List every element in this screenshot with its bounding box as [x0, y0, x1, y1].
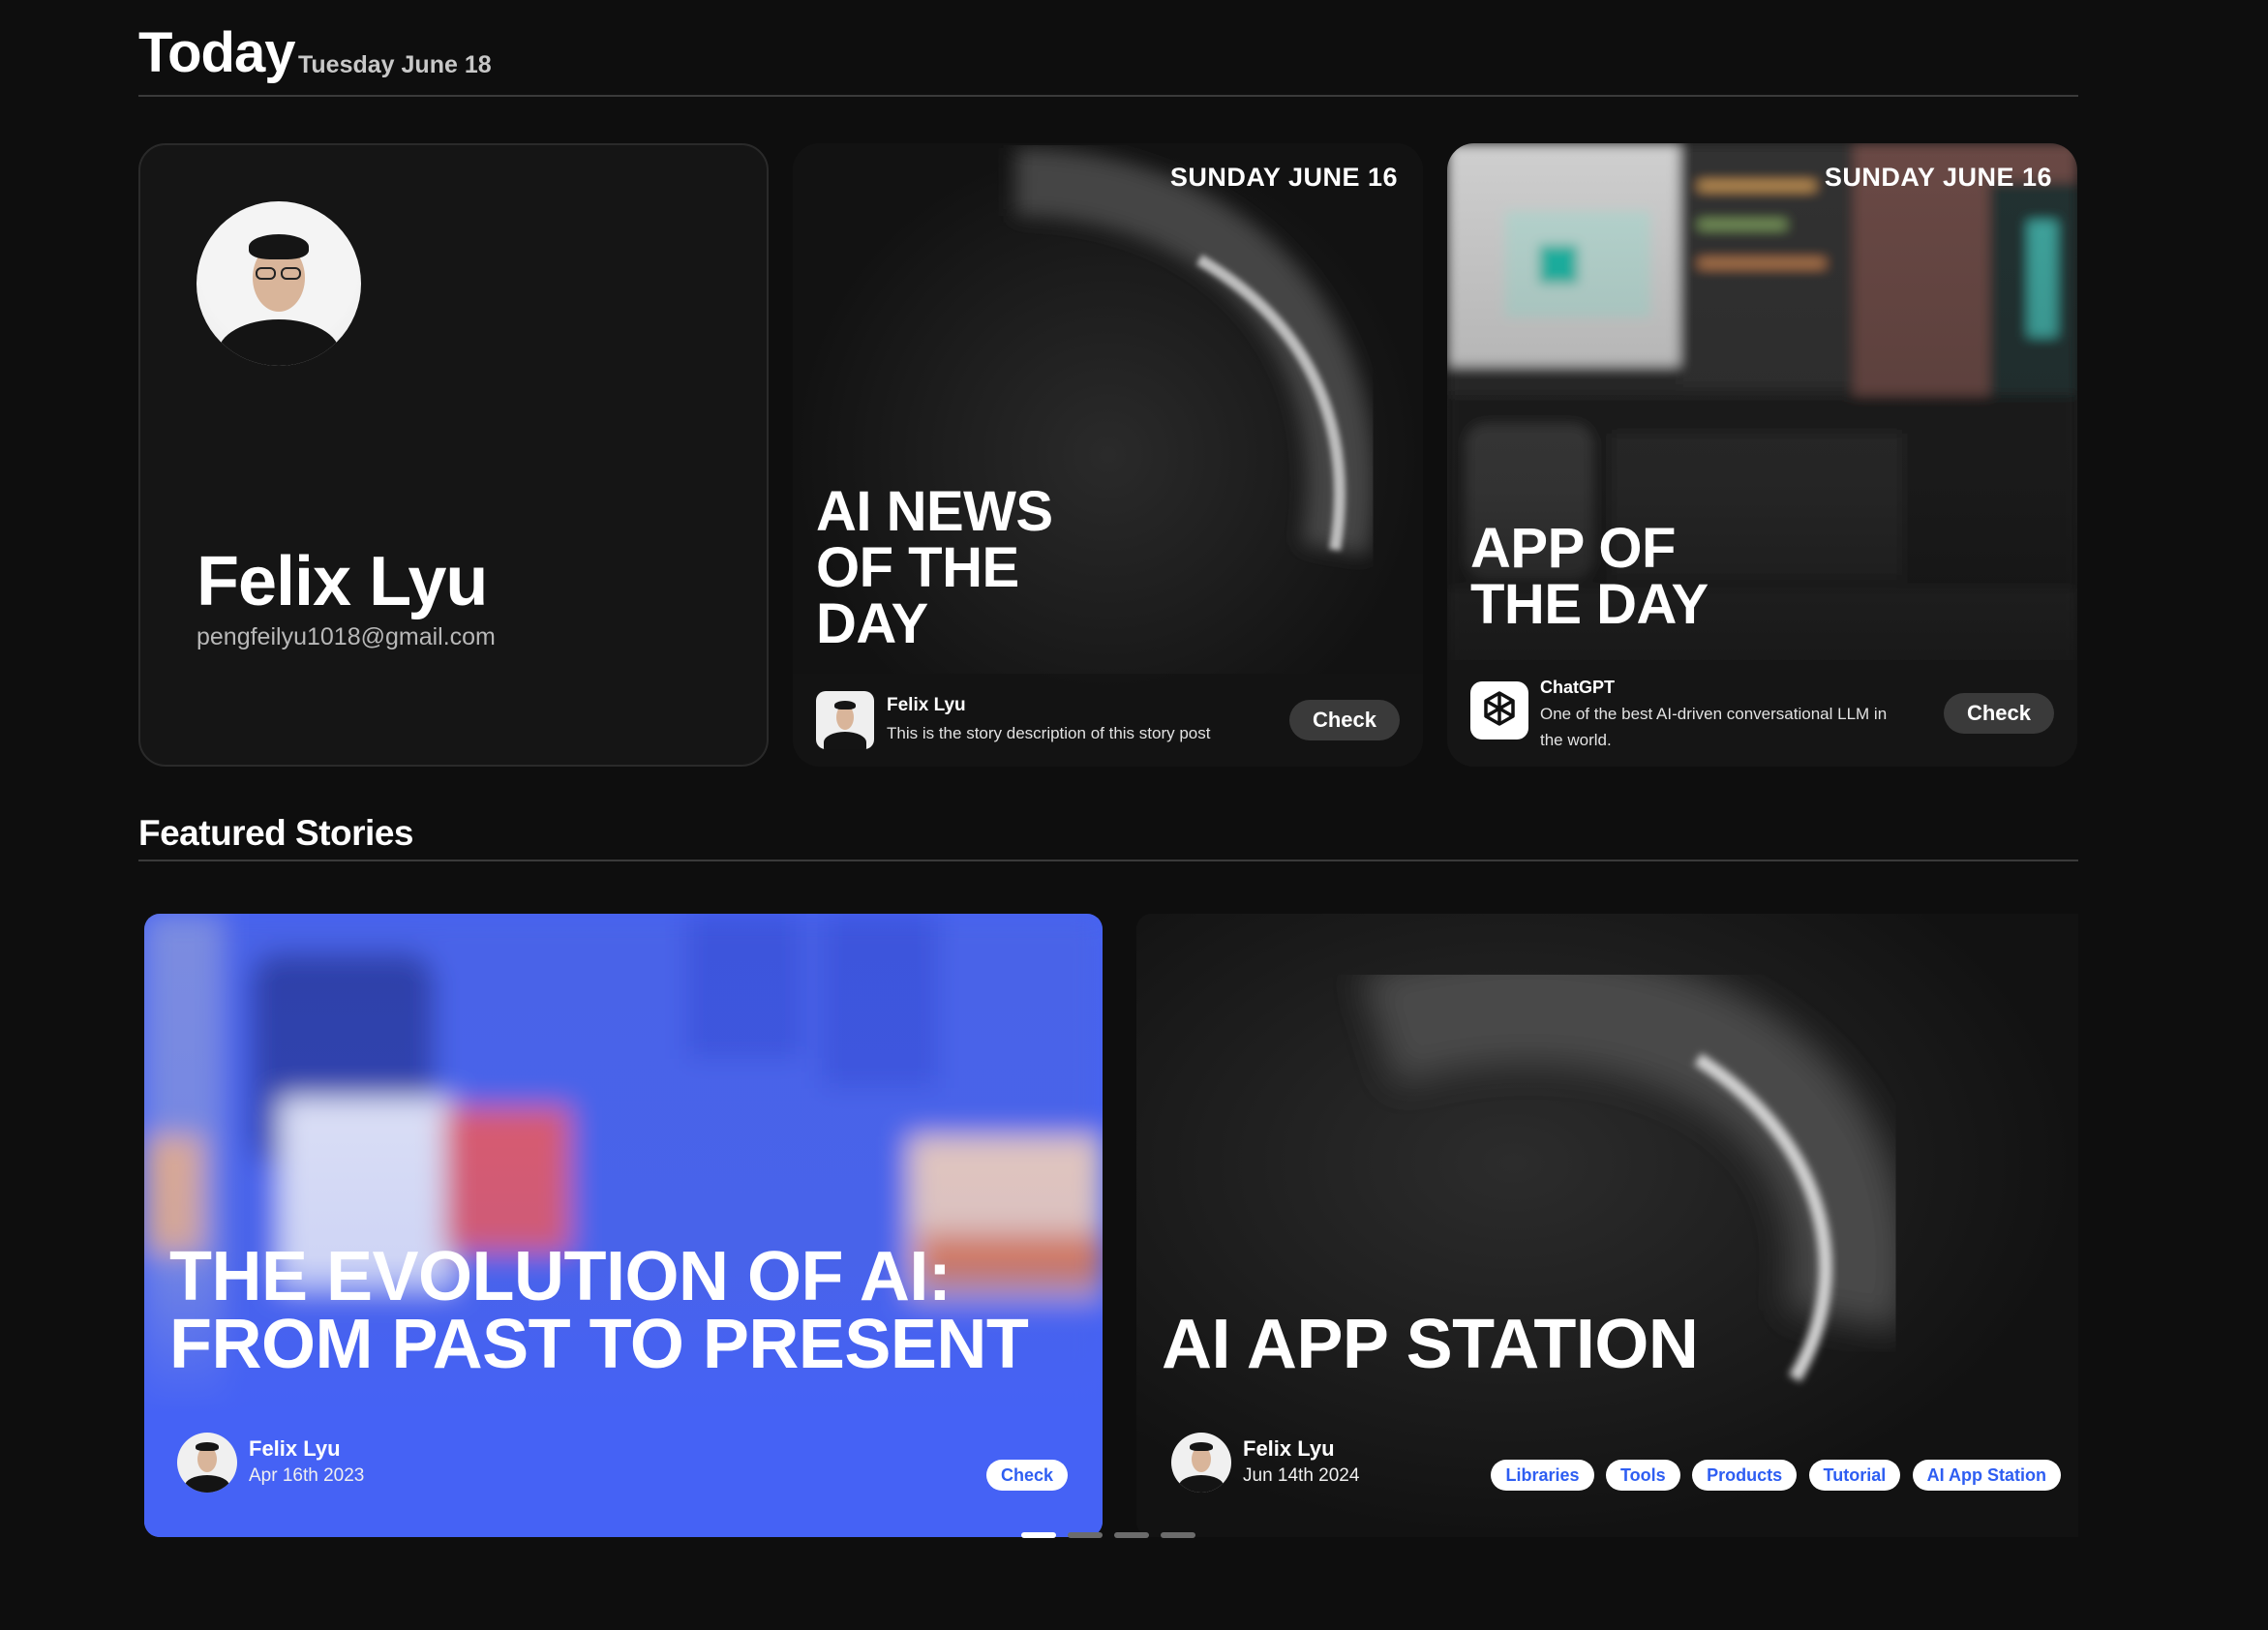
author-avatar [177, 1433, 237, 1493]
ai-news-card[interactable]: SUNDAY JUNE 16 AI NEWS OF THE DAY Felix … [793, 143, 1423, 767]
author-avatar [816, 691, 874, 749]
carousel-dot-4[interactable] [1161, 1532, 1195, 1538]
tag-tutorial[interactable]: Tutorial [1808, 1460, 1901, 1491]
tag-products[interactable]: Products [1692, 1460, 1798, 1491]
news-author-name: Felix Lyu [887, 695, 966, 715]
profile-card[interactable]: Felix Lyu pengfeilyu1018@gmail.com [138, 143, 769, 767]
app-name: ChatGPT [1540, 678, 1616, 697]
carousel-dot-3[interactable] [1114, 1532, 1149, 1538]
carousel-dot-1[interactable] [1021, 1532, 1056, 1538]
tag-ai-app-station[interactable]: AI App Station [1912, 1460, 2061, 1491]
today-header: Today Tuesday June 18 [138, 21, 2078, 97]
news-card-date: SUNDAY JUNE 16 [1169, 163, 1398, 192]
tag-libraries[interactable]: Libraries [1491, 1460, 1594, 1491]
app-card-footer: ChatGPT One of the best AI-driven conver… [1447, 660, 2077, 767]
app-station-author: Felix Lyu [1243, 1436, 1335, 1461]
app-station-date: Jun 14th 2024 [1243, 1465, 1360, 1486]
evolution-date: Apr 16th 2023 [249, 1465, 365, 1486]
featured-title: Featured Stories [138, 813, 413, 853]
featured-header: Featured Stories [138, 809, 2078, 861]
news-card-footer: Felix Lyu This is the story description … [793, 674, 1423, 767]
carousel-pagination [1021, 1525, 1207, 1543]
carousel-dot-2[interactable] [1068, 1532, 1103, 1538]
evolution-title: THE EVOLUTION OF AI: FROM PAST TO PRESEN… [169, 1238, 1029, 1383]
tag-list: Libraries Tools Products Tutorial AI App… [1483, 1460, 2061, 1491]
featured-story-evolution[interactable]: THE EVOLUTION OF AI: FROM PAST TO PRESEN… [144, 914, 1103, 1537]
evolution-author: Felix Lyu [249, 1436, 341, 1461]
featured-story-app-station[interactable]: AI APP STATION Felix Lyu Jun 14th 2024 L… [1136, 914, 2078, 1537]
app-card-date: SUNDAY JUNE 16 [1824, 163, 2052, 192]
today-date: Tuesday June 18 [298, 51, 492, 78]
today-title: Today [138, 21, 295, 84]
avatar [197, 201, 361, 366]
app-station-title: AI APP STATION [1162, 1306, 1699, 1383]
app-of-day-card[interactable]: SUNDAY JUNE 16 APP OF THE DAY ChatGPT On… [1447, 143, 2077, 767]
profile-email: pengfeilyu1018@gmail.com [197, 623, 496, 650]
author-avatar [1171, 1433, 1231, 1493]
tag-tools[interactable]: Tools [1605, 1460, 1680, 1491]
app-card-title: APP OF THE DAY [1470, 517, 1709, 636]
profile-name: Felix Lyu [197, 543, 488, 620]
news-check-button[interactable]: Check [1288, 700, 1400, 740]
app-description: One of the best AI-driven conversational… [1540, 705, 1888, 749]
news-description: This is the story description of this st… [887, 724, 1211, 742]
evolution-check-button[interactable]: Check [985, 1460, 1068, 1491]
news-card-title: AI NEWS OF THE DAY [816, 480, 1053, 655]
app-check-button[interactable]: Check [1943, 693, 2054, 734]
openai-logo-icon [1470, 681, 1528, 740]
